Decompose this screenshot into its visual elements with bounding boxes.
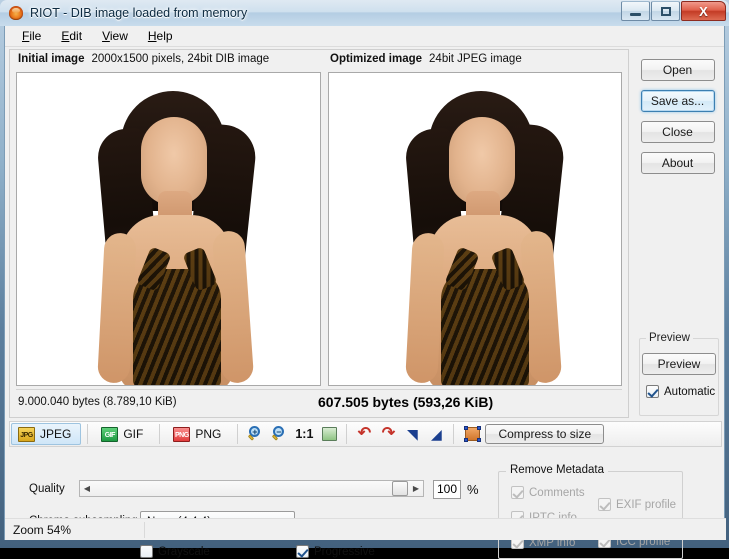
optimized-image-title: Optimized image bbox=[330, 53, 422, 65]
open-button[interactable]: Open bbox=[641, 59, 715, 81]
preview-button[interactable]: Preview bbox=[642, 353, 716, 375]
quality-unit-label: % bbox=[467, 482, 479, 497]
format-toolbar: JPG JPEG GIF GIF PNG PNG + − bbox=[9, 421, 722, 447]
tab-png-label: PNG bbox=[195, 427, 221, 441]
remove-metadata-title: Remove Metadata bbox=[506, 464, 608, 476]
preview-group: Preview Preview Automatic bbox=[639, 338, 719, 416]
tab-gif-label: GIF bbox=[123, 427, 143, 441]
menu-help[interactable]: Help bbox=[139, 27, 182, 45]
title-bar[interactable]: RIOT - DIB image loaded from memory X bbox=[0, 0, 729, 26]
window-title: RIOT - DIB image loaded from memory bbox=[30, 6, 247, 20]
toolbar-divider bbox=[346, 424, 347, 444]
status-zoom: Zoom 54% bbox=[5, 522, 145, 538]
flip-vertical-icon[interactable]: ◢ bbox=[424, 423, 448, 445]
client-area: File Edit View Help Initial image 2000x1… bbox=[4, 26, 725, 540]
menu-bar: File Edit View Help bbox=[5, 26, 724, 47]
close-button[interactable]: X bbox=[681, 1, 726, 21]
menu-view[interactable]: View bbox=[93, 27, 137, 45]
checkbox-box bbox=[646, 385, 659, 398]
initial-photo bbox=[17, 73, 320, 385]
status-bar: Zoom 54% bbox=[5, 518, 726, 540]
comments-checkbox: Comments bbox=[511, 486, 585, 499]
menu-file[interactable]: File bbox=[13, 27, 50, 45]
exif-profile-checkbox: EXIF profile bbox=[598, 498, 676, 511]
quality-slider-thumb[interactable] bbox=[392, 481, 408, 496]
fit-to-window-icon[interactable] bbox=[317, 423, 341, 445]
quality-label: Quality bbox=[29, 483, 65, 495]
tab-jpeg-label: JPEG bbox=[40, 427, 71, 441]
image-workspace: Initial image 2000x1500 pixels, 24bit DI… bbox=[9, 49, 629, 418]
initial-file-size: 9.000.040 bytes (8.789,10 KiB) bbox=[18, 396, 318, 408]
zoom-one-to-one-button[interactable]: 1:1 bbox=[291, 427, 317, 441]
menu-edit[interactable]: Edit bbox=[52, 27, 91, 45]
close-image-button[interactable]: Close bbox=[641, 121, 715, 143]
comments-label: Comments bbox=[529, 487, 585, 499]
toolbar-divider bbox=[453, 424, 454, 444]
preview-group-title: Preview bbox=[646, 332, 693, 344]
toolbar-divider bbox=[237, 424, 238, 444]
grayscale-label: Grayscale bbox=[158, 546, 210, 558]
window-controls: X bbox=[621, 1, 726, 21]
save-as-button[interactable]: Save as... bbox=[641, 90, 715, 112]
minimize-button[interactable] bbox=[621, 1, 650, 21]
exif-profile-label: EXIF profile bbox=[616, 499, 676, 511]
status-secondary bbox=[145, 522, 726, 538]
initial-image-header: Initial image 2000x1500 pixels, 24bit DI… bbox=[18, 53, 269, 65]
zoom-out-icon[interactable]: − bbox=[267, 423, 291, 445]
gif-format-icon: GIF bbox=[101, 427, 118, 442]
flip-horizontal-icon[interactable]: ◥ bbox=[400, 423, 424, 445]
quality-slider[interactable]: ◀ ▶ bbox=[79, 480, 424, 497]
tab-gif[interactable]: GIF GIF bbox=[94, 423, 153, 445]
jpeg-format-icon: JPG bbox=[18, 427, 35, 442]
initial-image-title: Initial image bbox=[18, 53, 84, 65]
optimized-photo bbox=[329, 73, 621, 385]
toolbar-divider bbox=[159, 424, 160, 444]
toolbar-divider bbox=[87, 424, 88, 444]
action-rail: Open Save as... Close About Preview Prev… bbox=[633, 49, 722, 418]
resize-image-icon[interactable] bbox=[459, 423, 485, 445]
file-size-bar: 9.000.040 bytes (8.789,10 KiB) 607.505 b… bbox=[16, 389, 622, 414]
optimized-image-header: Optimized image 24bit JPEG image bbox=[330, 53, 522, 65]
tab-png[interactable]: PNG PNG bbox=[166, 423, 231, 445]
optimized-image-preview[interactable] bbox=[328, 72, 622, 386]
progressive-label: Progressive bbox=[314, 546, 375, 558]
riot-logo-icon bbox=[8, 5, 24, 21]
checkbox-box bbox=[511, 486, 524, 499]
checkbox-box bbox=[296, 545, 309, 558]
initial-image-info: 2000x1500 pixels, 24bit DIB image bbox=[91, 53, 269, 65]
tab-jpeg[interactable]: JPG JPEG bbox=[11, 423, 81, 445]
optimized-image-info: 24bit JPEG image bbox=[429, 53, 522, 65]
progressive-checkbox[interactable]: Progressive bbox=[296, 545, 375, 558]
quality-slider-right-arrow[interactable]: ▶ bbox=[409, 481, 423, 496]
optimized-file-size: 607.505 bytes (593,26 KiB) bbox=[318, 394, 493, 410]
zoom-in-icon[interactable]: + bbox=[243, 423, 267, 445]
quality-slider-left-arrow[interactable]: ◀ bbox=[80, 481, 94, 496]
grayscale-checkbox[interactable]: Grayscale bbox=[140, 545, 210, 558]
checkbox-box bbox=[598, 498, 611, 511]
compress-to-size-button[interactable]: Compress to size bbox=[485, 424, 604, 444]
rotate-left-icon[interactable]: ↶ bbox=[352, 423, 376, 445]
maximize-button[interactable] bbox=[651, 1, 680, 21]
about-button[interactable]: About bbox=[641, 152, 715, 174]
initial-image-preview[interactable] bbox=[16, 72, 321, 386]
checkbox-box bbox=[140, 545, 153, 558]
automatic-preview-label: Automatic bbox=[664, 386, 715, 398]
quality-value-input[interactable]: 100 bbox=[433, 480, 461, 499]
png-format-icon: PNG bbox=[173, 427, 190, 442]
automatic-preview-checkbox[interactable]: Automatic bbox=[646, 385, 718, 398]
remove-metadata-group: Remove Metadata Comments IPTC info XM bbox=[498, 471, 683, 559]
content-area: Initial image 2000x1500 pixels, 24bit DI… bbox=[5, 47, 724, 540]
application-window: RIOT - DIB image loaded from memory X Fi… bbox=[0, 0, 729, 548]
rotate-right-icon[interactable]: ↷ bbox=[376, 423, 400, 445]
